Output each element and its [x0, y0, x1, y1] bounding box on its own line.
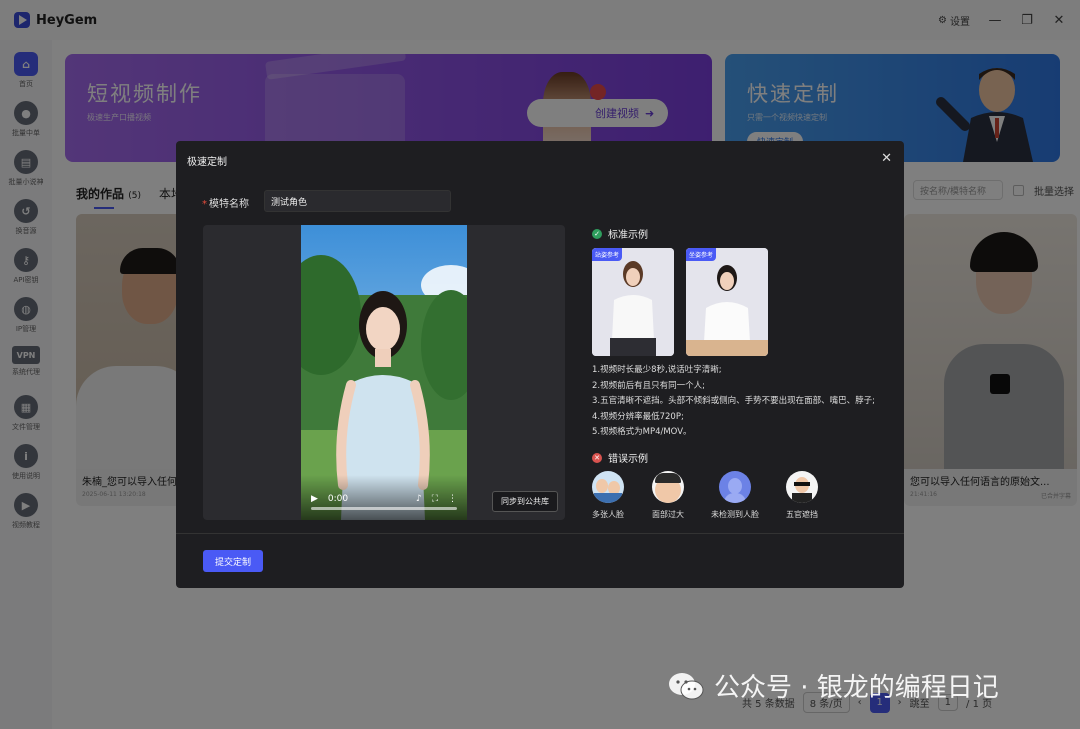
error-label: 五官遮挡 — [786, 510, 818, 519]
requirement-item: 1.视频时长最少8秒,说话吐字清晰; — [592, 365, 722, 375]
error-example-title: 错误示例 — [608, 454, 648, 465]
submit-custom-button[interactable]: 提交定制 — [203, 550, 263, 572]
quick-custom-dialog: 极速定制 ✕ * 模特名称 测试角色 ▶ 0:00 ♪ ⛶ ⋮ 同步到公共库 ✓… — [176, 141, 904, 588]
error-icon: ✕ — [592, 452, 602, 463]
close-icon[interactable]: ✕ — [881, 151, 892, 166]
error-example-features-blocked: 五官遮挡 — [770, 471, 834, 520]
video-controls: ▶ 0:00 ♪ ⛶ ⋮ — [301, 475, 467, 520]
video-progress-bar[interactable] — [311, 507, 457, 510]
sample-tag: 坐姿参考 — [686, 248, 717, 261]
play-icon[interactable]: ▶ — [311, 494, 318, 504]
watermark-text: 公众号 · 银龙的编程日记 — [714, 673, 999, 703]
video-time: 0:00 — [327, 494, 349, 504]
standard-example-title: 标准示例 — [608, 230, 648, 241]
volume-icon[interactable]: ♪ — [416, 494, 422, 504]
requirement-item: 2.视频前后有且只有同一个人; — [592, 380, 705, 391]
watermark: 公众号 · 银龙的编程日记 — [668, 667, 999, 704]
sample-tag: 站姿参考 — [592, 248, 623, 261]
standing-figure — [592, 248, 674, 356]
face-too-large-icon — [652, 471, 684, 503]
more-icon[interactable]: ⋮ — [448, 494, 457, 504]
error-example-heading: ✕ 错误示例 — [592, 450, 648, 465]
wechat-icon — [669, 672, 704, 699]
dialog-title: 极速定制 — [187, 157, 227, 168]
error-label: 未检测到人脸 — [711, 510, 759, 519]
check-icon: ✓ — [592, 228, 602, 239]
requirement-item: 3.五官清晰不遮挡。头部不倾斜或侧向、手势不要出现在面部、嘴巴、脖子; — [592, 396, 875, 406]
requirement-item: 5.视频格式为MP4/MOV。 — [592, 427, 692, 437]
dialog-divider — [176, 533, 904, 534]
no-face-icon — [719, 471, 751, 503]
error-example-face-too-large: 面部过大 — [636, 471, 700, 520]
features-blocked-icon — [786, 471, 818, 503]
error-example-no-face: 未检测到人脸 — [703, 471, 767, 520]
video-preview-area: ▶ 0:00 ♪ ⛶ ⋮ 同步到公共库 — [203, 225, 565, 520]
requirements-list: 1.视频时长最少8秒,说话吐字清晰; 2.视频前后有且只有同一个人; 3.五官清… — [592, 363, 875, 441]
error-label: 面部过大 — [652, 510, 684, 519]
error-label: 多张人脸 — [592, 510, 624, 519]
model-name-label: * 模特名称 — [202, 199, 249, 210]
sitting-sample-image: 坐姿参考 — [686, 248, 768, 356]
standard-example-heading: ✓ 标准示例 — [592, 226, 648, 241]
fullscreen-icon[interactable]: ⛶ — [432, 494, 438, 504]
model-name-label-text: 模特名称 — [209, 199, 249, 210]
video-player[interactable]: ▶ 0:00 ♪ ⛶ ⋮ — [301, 225, 467, 520]
sync-to-public-button[interactable]: 同步到公共库 — [492, 491, 558, 512]
requirement-item: 4.视频分辨率最低720P; — [592, 411, 684, 422]
sitting-figure — [686, 248, 768, 356]
model-name-input[interactable] — [264, 190, 451, 212]
error-example-multiple-faces: 多张人脸 — [576, 471, 640, 520]
standing-sample-image: 站姿参考 — [592, 248, 674, 356]
multiple-faces-icon — [592, 471, 624, 503]
